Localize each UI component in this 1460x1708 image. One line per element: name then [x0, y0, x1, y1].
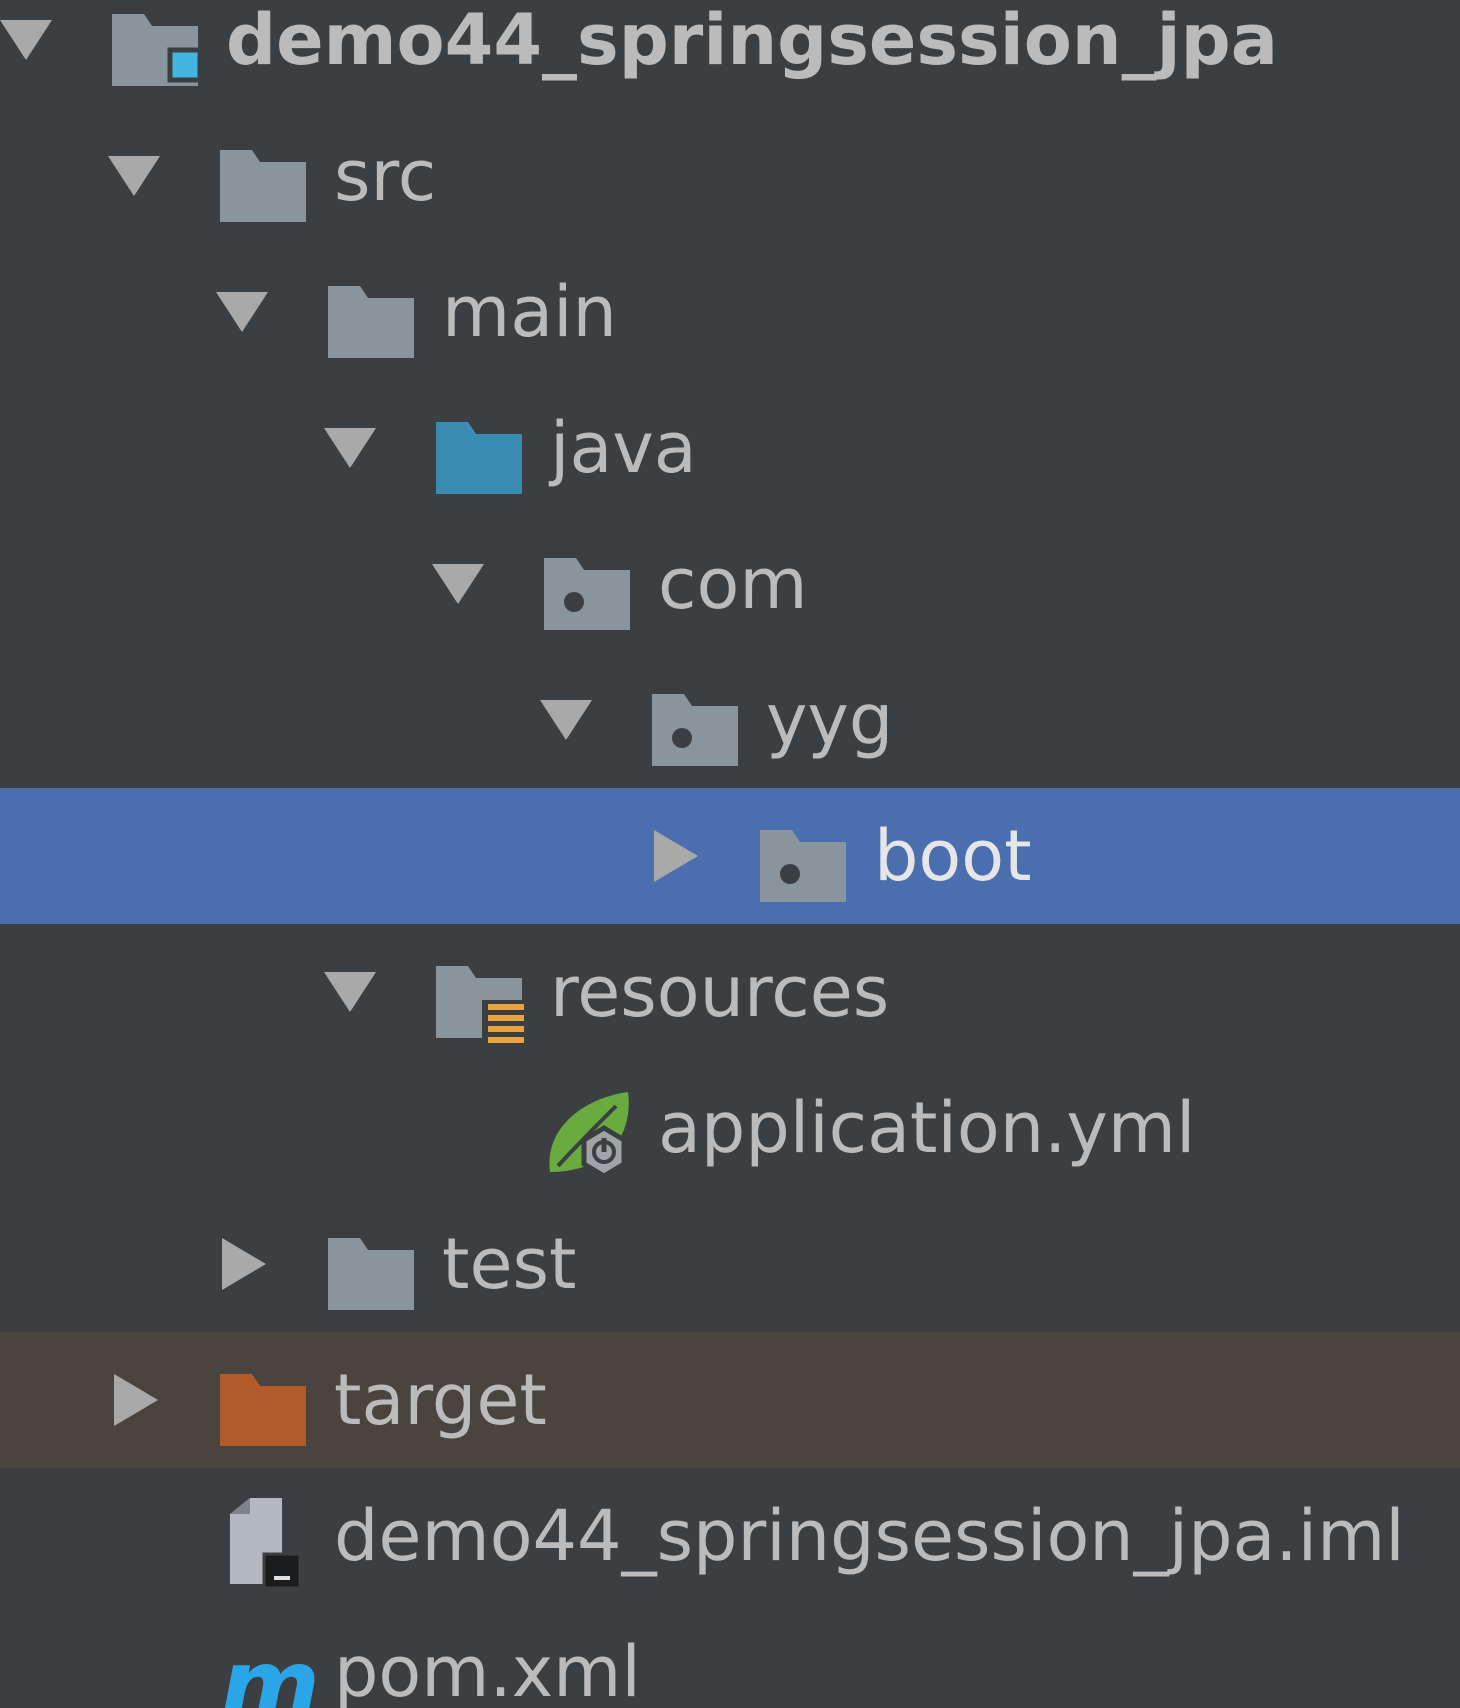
tree-item-label: java	[550, 407, 697, 489]
spring-boot-yml-icon	[544, 1088, 644, 1180]
expand-arrow-icon[interactable]	[216, 1230, 268, 1298]
project-tree: demo44_springsession_jpa src main java c…	[0, 0, 1460, 1708]
tree-item-label: demo44_springsession_jpa	[226, 0, 1278, 81]
folder-icon	[328, 272, 428, 364]
expand-arrow-icon[interactable]	[648, 822, 700, 890]
tree-row-target[interactable]: target	[0, 1332, 1460, 1468]
source-folder-icon	[436, 408, 536, 500]
collapse-arrow-icon[interactable]	[540, 686, 592, 754]
collapse-arrow-icon[interactable]	[108, 142, 160, 210]
tree-item-label: test	[442, 1223, 577, 1305]
tree-row-com[interactable]: com	[0, 516, 1460, 652]
module-folder-icon	[112, 0, 212, 92]
tree-item-label: target	[334, 1359, 547, 1441]
collapse-arrow-icon[interactable]	[0, 6, 52, 74]
tree-item-label: application.yml	[658, 1087, 1196, 1169]
tree-row-src[interactable]: src	[0, 108, 1460, 244]
tree-row-module-root[interactable]: demo44_springsession_jpa	[0, 0, 1460, 108]
tree-item-label: pom.xml	[334, 1631, 641, 1708]
package-icon	[760, 816, 860, 908]
expand-arrow-icon[interactable]	[108, 1366, 160, 1434]
tree-row-iml-file[interactable]: demo44_springsession_jpa.iml	[0, 1468, 1460, 1604]
collapse-arrow-icon[interactable]	[432, 550, 484, 618]
tree-row-test[interactable]: test	[0, 1196, 1460, 1332]
tree-row-boot[interactable]: boot	[0, 788, 1460, 924]
folder-icon	[328, 1224, 428, 1316]
tree-item-label: boot	[874, 815, 1032, 897]
collapse-arrow-icon[interactable]	[216, 278, 268, 346]
tree-item-label: resources	[550, 951, 890, 1033]
tree-item-label: demo44_springsession_jpa.iml	[334, 1495, 1405, 1577]
tree-row-application-yml[interactable]: application.yml	[0, 1060, 1460, 1196]
collapse-arrow-icon[interactable]	[324, 414, 376, 482]
package-icon	[544, 544, 644, 636]
module-file-icon	[220, 1496, 320, 1590]
tree-row-java[interactable]: java	[0, 380, 1460, 516]
package-icon	[652, 680, 752, 772]
tree-row-yyg[interactable]: yyg	[0, 652, 1460, 788]
tree-item-label: main	[442, 271, 617, 353]
tree-row-main[interactable]: main	[0, 244, 1460, 380]
resources-folder-icon	[436, 952, 536, 1044]
tree-row-resources[interactable]: resources	[0, 924, 1460, 1060]
excluded-folder-icon	[220, 1360, 320, 1452]
tree-item-label: yyg	[766, 679, 894, 761]
tree-row-pom-xml[interactable]: m pom.xml	[0, 1604, 1460, 1708]
tree-item-label: com	[658, 543, 808, 625]
folder-icon	[220, 136, 320, 228]
maven-icon: m	[220, 1629, 320, 1708]
tree-item-label: src	[334, 135, 437, 217]
svg-text:m: m	[220, 1629, 320, 1708]
collapse-arrow-icon[interactable]	[324, 958, 376, 1026]
